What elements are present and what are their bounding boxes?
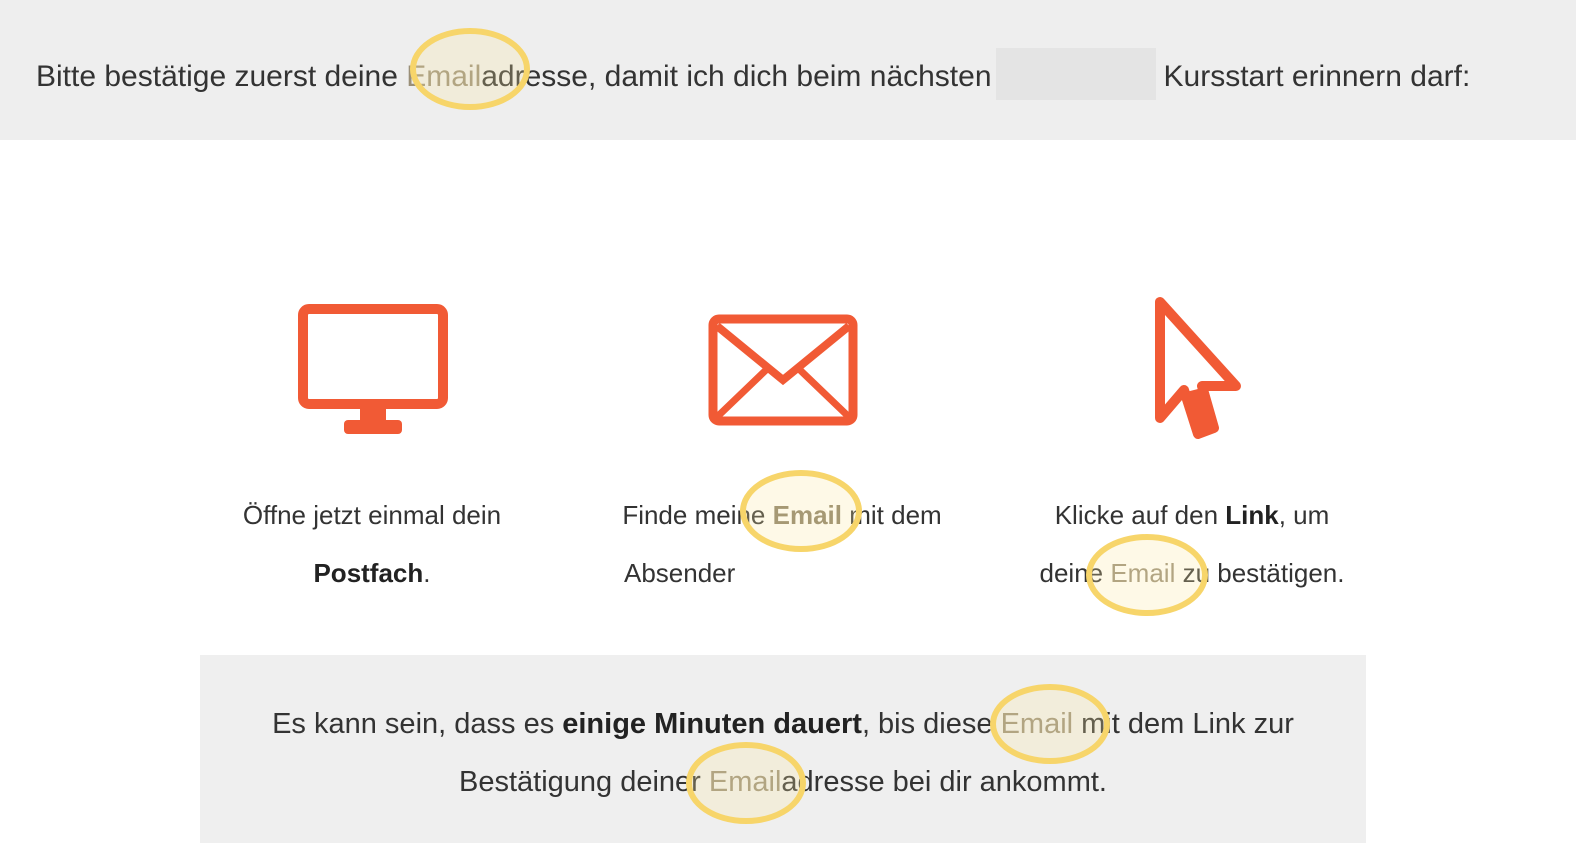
step-1-text: Öffne jetzt einmal dein Postfach. [212,486,532,602]
step-2-bold-email: Email [772,500,842,530]
notice-line-1-mid: , bis diese [861,708,1001,740]
envelope-icon [708,314,858,426]
step-3-bold-link: Link [1225,500,1279,530]
banner-text: Bitte bestätige zuerst deine Emailadress… [36,48,1471,104]
banner-text-end: Kursstart erinnern darf: [1163,59,1471,93]
notice-bold-minutes: einige Minuten dauert [562,708,862,740]
step-3-line-2-end: zu bestätigen. [1175,558,1345,588]
step-2-line-2: Absender [600,544,964,602]
step-2-line-1-start: Finde meine [622,500,773,530]
step-3-line-1-start: Klicke auf den [1054,500,1226,530]
step-3-line-2-start: deine [1039,558,1111,588]
monitor-icon [298,304,448,436]
step-3-line-2: deine Email zu bestätigen. [1010,544,1374,602]
notice-line-2-end: adresse bei dir ankommt. [781,766,1107,798]
step-2-sender-label: Absender [624,558,736,588]
banner-text-middle: adresse, damit ich dich beim nächsten [481,59,992,93]
notice-line-2-start: Bestätigung deiner [458,766,709,798]
notice-line-1-end: mit dem Link zur [1073,708,1294,740]
step-2-text: Finde meine Email mit dem Absender [600,486,964,602]
cursor-arrow-icon [1150,294,1246,446]
notice-text: Es kann sein, dass es einige Minuten dau… [200,695,1366,811]
step-3-highlight-email: Email [1110,558,1176,588]
step-1-period: . [423,558,431,588]
email-confirmation-page: Bitte bestätige zuerst deine Emailadress… [0,0,1576,843]
step-3-line-1: Klicke auf den Link, um [1010,486,1374,544]
step-1-line-1: Öffne jetzt einmal dein [242,500,502,530]
notice-line-1: Es kann sein, dass es einige Minuten dau… [200,695,1366,753]
step-3-text: Klicke auf den Link, um deine Email zu b… [1010,486,1374,602]
notice-box: Es kann sein, dass es einige Minuten dau… [200,655,1366,843]
top-banner: Bitte bestätige zuerst deine Emailadress… [0,0,1576,140]
notice-line-2: Bestätigung deiner Emailadresse bei dir … [200,753,1366,811]
notice-highlight-email-1: Email [1000,708,1074,740]
notice-highlight-email-2: Email [708,766,782,798]
step-2-line-1: Finde meine Email mit dem [600,486,964,544]
step-3-line-1-end: , um [1278,500,1330,530]
notice-line-1-start: Es kann sein, dass es [272,708,563,740]
redacted-box [995,48,1156,100]
banner-highlight-email: Email [406,59,482,93]
step-2-line-1-end: mit dem [842,500,942,530]
banner-text-start: Bitte bestätige zuerst deine [36,59,407,93]
step-1-bold-postfach: Postfach [313,558,424,588]
step-1-line-2: Postfach. [212,544,532,602]
